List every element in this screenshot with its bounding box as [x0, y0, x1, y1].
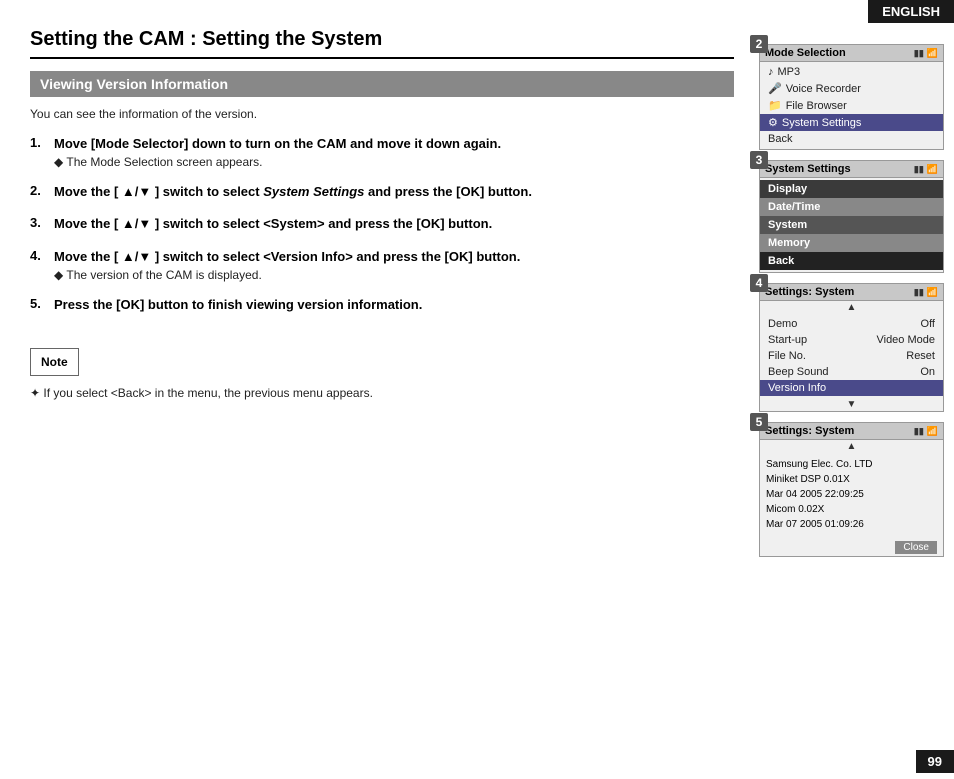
screen-3-back: Back	[760, 252, 943, 270]
screen-4-startup: Start-up Video Mode	[760, 332, 943, 348]
step-3-main: Move the [ ▲/▼ ] switch to select <Syste…	[54, 215, 734, 233]
screen-3: 3 System Settings ▮▮ 📶 Display Date/Time…	[759, 160, 944, 273]
note-label: Note	[30, 348, 79, 376]
step-5: 5. Press the [OK] button to finish viewi…	[30, 296, 734, 314]
step-5-content: Press the [OK] button to finish viewing …	[54, 296, 734, 314]
screen-2-label: 2	[750, 35, 768, 53]
step-2-main: Move the [ ▲/▼ ] switch to select System…	[54, 183, 734, 201]
step-2-content: Move the [ ▲/▼ ] switch to select System…	[54, 183, 734, 201]
version-line-2: Miniket DSP 0.01X	[766, 472, 937, 487]
screen-3-datetime: Date/Time	[760, 198, 943, 216]
step-2-main-after: and press the [OK] button.	[364, 184, 532, 199]
screen-4-label: 4	[750, 274, 768, 292]
page-number: 99	[916, 750, 954, 773]
screen-4-version: Version Info	[760, 380, 943, 396]
language-badge: ENGLISH	[868, 0, 954, 23]
screen-4-body: Demo Off Start-up Video Mode File No. Re…	[760, 314, 943, 398]
screen-3-titlebar: System Settings ▮▮ 📶	[760, 161, 943, 178]
system-icon: ⚙	[768, 116, 778, 129]
file-icon: 📁	[768, 99, 782, 112]
step-5-num: 5.	[30, 296, 54, 314]
screen-4: 4 Settings: System ▮▮ 📶 ▲ Demo Off Start…	[759, 283, 944, 412]
step-2-num: 2.	[30, 183, 54, 201]
screen-3-system: System	[760, 216, 943, 234]
screen-3-memory: Memory	[760, 234, 943, 252]
voice-icon: 🎤	[768, 82, 782, 95]
note-text: If you select <Back> in the menu, the pr…	[30, 386, 734, 400]
screen-2-item-mp3: ♪ MP3	[760, 64, 943, 80]
version-line-1: Samsung Elec. Co. LTD	[766, 457, 937, 472]
screen-5-close-area: Close	[760, 536, 943, 556]
step-1-num: 1.	[30, 135, 54, 169]
screen-5-titlebar: Settings: System ▮▮ 📶	[760, 423, 943, 440]
screen-4-icons: ▮▮ 📶	[914, 287, 938, 298]
battery-icon-5: ▮▮	[914, 426, 924, 437]
screen-3-body: Display Date/Time System Memory Back	[760, 178, 943, 272]
screen-5-title: Settings: System	[765, 425, 854, 437]
mp3-icon: ♪	[768, 66, 774, 78]
screen-4-arrow-up: ▲	[760, 301, 943, 314]
screen-2-titlebar: Mode Selection ▮▮ 📶	[760, 45, 943, 62]
step-4-content: Move the [ ▲/▼ ] switch to select <Versi…	[54, 248, 734, 282]
step-5-main: Press the [OK] button to finish viewing …	[54, 296, 734, 314]
screen-2-item-system: ⚙ System Settings	[760, 114, 943, 131]
signal-icon-3: 📶	[927, 164, 938, 175]
signal-icon: 📶	[927, 48, 938, 59]
screen-3-title: System Settings	[765, 163, 851, 175]
screen-5-label: 5	[750, 413, 768, 431]
screen-4-arrow-down: ▼	[760, 398, 943, 411]
screen-2-body: ♪ MP3 🎤 Voice Recorder 📁 File Browser ⚙ …	[760, 62, 943, 149]
step-2-main-before: Move the [ ▲/▼ ] switch to select	[54, 184, 263, 199]
screen-4-beep: Beep Sound On	[760, 364, 943, 380]
step-3: 3. Move the [ ▲/▼ ] switch to select <Sy…	[30, 215, 734, 233]
signal-icon-4: 📶	[927, 287, 938, 298]
step-4-main: Move the [ ▲/▼ ] switch to select <Versi…	[54, 248, 734, 266]
screen-3-display: Display	[760, 180, 943, 198]
screen-5-icons: ▮▮ 📶	[914, 426, 938, 437]
battery-icon-3: ▮▮	[914, 164, 924, 175]
screen-5-version-info: Samsung Elec. Co. LTD Miniket DSP 0.01X …	[760, 453, 943, 536]
version-line-4: Micom 0.02X	[766, 502, 937, 517]
section-header: Viewing Version Information	[30, 71, 734, 97]
screen-5-arrow-up: ▲	[760, 440, 943, 453]
version-line-5: Mar 07 2005 01:09:26	[766, 517, 937, 532]
screen-4-title: Settings: System	[765, 286, 854, 298]
screen-4-titlebar: Settings: System ▮▮ 📶	[760, 284, 943, 301]
main-content: Setting the CAM : Setting the System Vie…	[30, 28, 734, 749]
step-1-main: Move [Mode Selector] down to turn on the…	[54, 135, 734, 153]
step-1-content: Move [Mode Selector] down to turn on the…	[54, 135, 734, 169]
step-2: 2. Move the [ ▲/▼ ] switch to select Sys…	[30, 183, 734, 201]
step-1-sub: The Mode Selection screen appears.	[54, 155, 734, 169]
battery-icon: ▮▮	[914, 48, 924, 59]
step-3-num: 3.	[30, 215, 54, 233]
intro-text: You can see the information of the versi…	[30, 107, 734, 121]
battery-icon-4: ▮▮	[914, 287, 924, 298]
screen-2-item-back: Back	[760, 131, 943, 147]
step-4-sub: The version of the CAM is displayed.	[54, 268, 734, 282]
screen-4-demo: Demo Off	[760, 316, 943, 332]
page-title: Setting the CAM : Setting the System	[30, 28, 734, 59]
screen-2-item-voice: 🎤 Voice Recorder	[760, 80, 943, 97]
screen-4-fileno: File No. Reset	[760, 348, 943, 364]
screen-5: 5 Settings: System ▮▮ 📶 ▲ Samsung Elec. …	[759, 422, 944, 557]
version-line-3: Mar 04 2005 22:09:25	[766, 487, 937, 502]
step-4: 4. Move the [ ▲/▼ ] switch to select <Ve…	[30, 248, 734, 282]
step-2-italic: System Settings	[263, 184, 364, 199]
step-3-content: Move the [ ▲/▼ ] switch to select <Syste…	[54, 215, 734, 233]
screen-2-item-file: 📁 File Browser	[760, 97, 943, 114]
screen-2-icons: ▮▮ 📶	[914, 48, 938, 59]
screen-3-label: 3	[750, 151, 768, 169]
step-4-num: 4.	[30, 248, 54, 282]
screen-2-title: Mode Selection	[765, 47, 846, 59]
right-panel: 2 Mode Selection ▮▮ 📶 ♪ MP3 🎤 Voice Reco…	[749, 28, 944, 567]
close-button[interactable]: Close	[895, 541, 937, 554]
screen-3-icons: ▮▮ 📶	[914, 164, 938, 175]
screen-2: 2 Mode Selection ▮▮ 📶 ♪ MP3 🎤 Voice Reco…	[759, 44, 944, 150]
step-1: 1. Move [Mode Selector] down to turn on …	[30, 135, 734, 169]
signal-icon-5: 📶	[927, 426, 938, 437]
